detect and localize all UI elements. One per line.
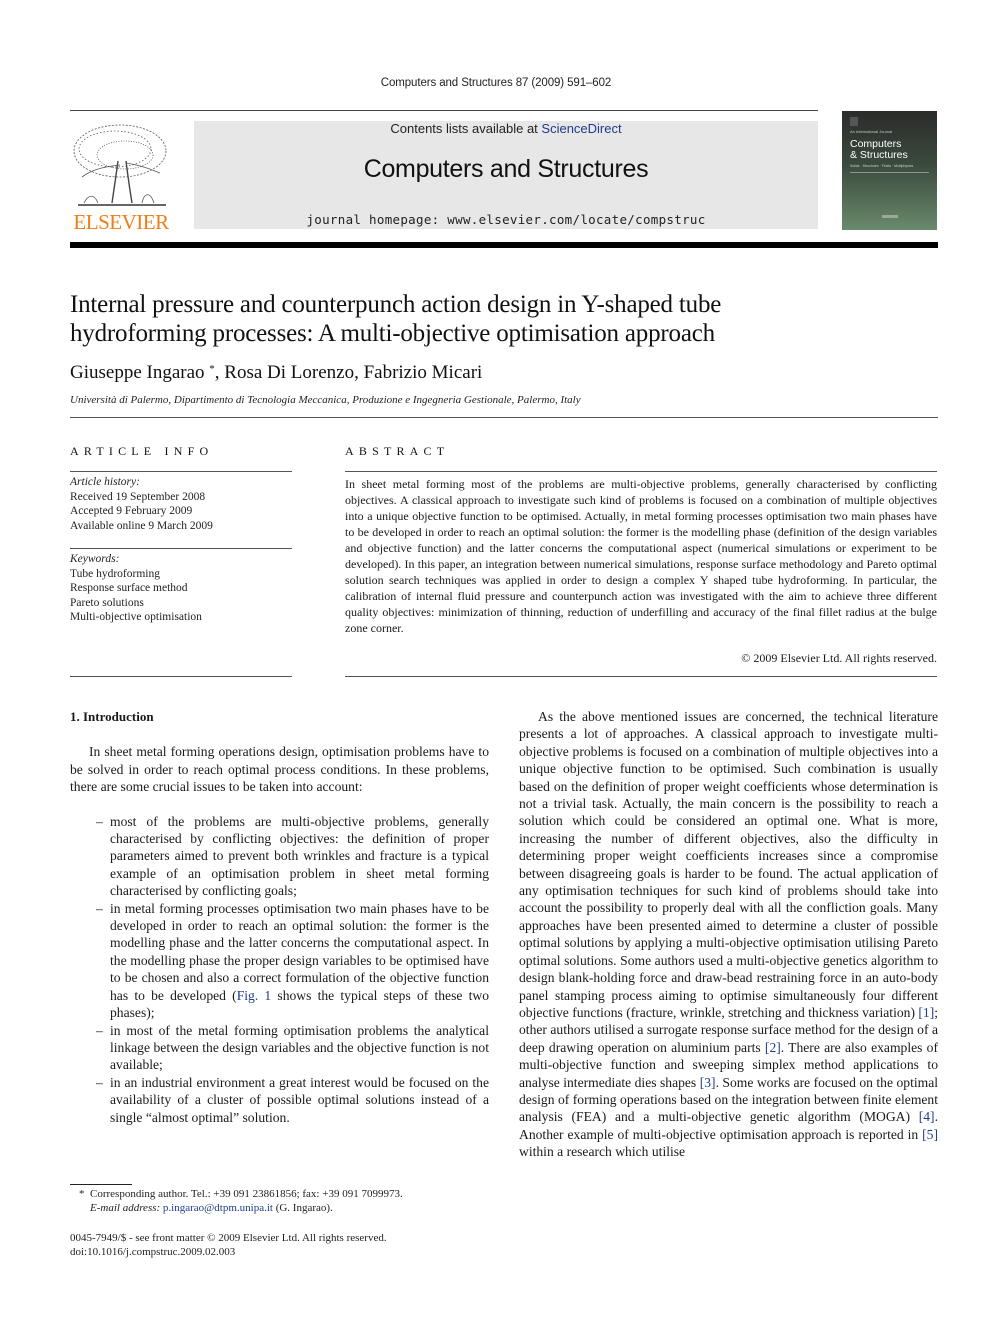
- bullet-dash: –: [96, 900, 103, 916]
- citation-link-4[interactable]: [4]: [919, 1109, 935, 1124]
- keyword-item: Multi-objective optimisation: [70, 611, 202, 623]
- affiliation: Università di Palermo, Dipartimento di T…: [70, 394, 581, 406]
- footnote-corresponding-text: Corresponding author. Tel.: +39 091 2386…: [90, 1188, 403, 1200]
- elsevier-wordmark: ELSEVIER: [73, 210, 169, 234]
- front-matter: 0045-7949/$ - see front matter © 2009 El…: [70, 1231, 490, 1259]
- email-label: E-mail address:: [90, 1202, 161, 1214]
- doi-line[interactable]: doi:10.1016/j.compstruc.2009.02.003: [70, 1245, 490, 1259]
- intro-paragraph: In sheet metal forming operations design…: [70, 744, 489, 795]
- article-history: Article history: Received 19 September 2…: [70, 475, 292, 533]
- keywords-rule: [70, 548, 292, 549]
- article-info-bottom-rule: [70, 676, 292, 677]
- journal-homepage[interactable]: journal homepage: www.elsevier.com/locat…: [194, 212, 818, 227]
- elsevier-tree-icon: [73, 124, 167, 206]
- citation-link-2[interactable]: [2]: [765, 1040, 781, 1055]
- list-item-text: in an industrial environment a great int…: [110, 1074, 489, 1125]
- article-history-label: Article history:: [70, 476, 140, 488]
- history-accepted: Accepted 9 February 2009: [70, 505, 193, 517]
- journal-name: Computers and Structures: [363, 155, 649, 183]
- masthead-thick-rule: [70, 242, 938, 248]
- cover-title: Computers & Structures: [850, 139, 908, 161]
- list-item: – most of the problems are multi-objecti…: [70, 813, 489, 900]
- list-item-text: most of the problems are multi-objective…: [110, 813, 489, 899]
- list-item: – in most of the metal forming optimisat…: [70, 1022, 489, 1074]
- cover-footer-mark: [882, 215, 898, 218]
- author-ingarao[interactable]: Giuseppe Ingarao: [70, 362, 205, 383]
- email-suffix: (G. Ingarao).: [272, 1202, 333, 1214]
- article-info-heading: ARTICLE INFO: [70, 444, 214, 458]
- article-info-rule: [70, 471, 292, 472]
- keywords: Keywords: Tube hydroforming Response sur…: [70, 552, 292, 625]
- paper-title-line2: hydroforming processes: A multi-objectiv…: [70, 320, 715, 347]
- list-item: – in an industrial environment a great i…: [70, 1074, 489, 1126]
- contents-line: Contents lists available at ScienceDirec…: [194, 121, 818, 136]
- keywords-label: Keywords:: [70, 553, 120, 565]
- bullet-dash: –: [96, 1074, 103, 1090]
- journal-cover-thumbnail[interactable]: An International Journal Computers & Str…: [842, 111, 937, 230]
- paper-title: Internal pressure and counterpunch actio…: [70, 290, 930, 348]
- bullet-dash: –: [96, 813, 103, 829]
- cover-title-line2: & Structures: [850, 149, 908, 161]
- citation-link-1[interactable]: [1]: [918, 1005, 934, 1020]
- journal-citation: Computers and Structures 87 (2009) 591–6…: [380, 77, 612, 89]
- cover-publisher-mark: [850, 117, 858, 126]
- keyword-item: Pareto solutions: [70, 596, 144, 609]
- cover-small-line: An International Journal: [850, 129, 893, 134]
- figure-reference-link[interactable]: Fig. 1: [237, 988, 272, 1003]
- keyword-item: Tube hydroforming: [70, 567, 160, 580]
- paper-title-line1: Internal pressure and counterpunch actio…: [70, 291, 722, 318]
- abstract-text: In sheet metal forming most of the probl…: [345, 477, 937, 635]
- abstract-rule: [345, 471, 937, 472]
- left-column: 1. Introduction In sheet metal forming o…: [70, 708, 489, 1126]
- paragraph-text: As the above mentioned issues are concer…: [519, 709, 938, 1020]
- email-link[interactable]: p.ingarao@dtpm.unipa.it: [163, 1202, 273, 1214]
- history-online: Available online 9 March 2009: [70, 519, 213, 532]
- issues-list: – most of the problems are multi-objecti…: [70, 813, 489, 1126]
- list-item-text: in most of the metal forming optimisatio…: [110, 1022, 489, 1073]
- cover-subtitle: Solids · Structures · Fluids · Multiphys…: [850, 164, 914, 168]
- section-heading-introduction: 1. Introduction: [70, 709, 154, 724]
- citation-link-5[interactable]: [5]: [922, 1127, 938, 1142]
- footnote-mark: *: [79, 1188, 85, 1200]
- affiliation-rule: [70, 417, 938, 418]
- issn-line: 0045-7949/$ - see front matter © 2009 El…: [70, 1232, 387, 1244]
- header-rule: [70, 110, 818, 111]
- keyword-item: Response surface method: [70, 582, 188, 594]
- abstract-copyright: © 2009 Elsevier Ltd. All rights reserved…: [741, 651, 937, 665]
- body-paragraph: As the above mentioned issues are concer…: [519, 708, 938, 1161]
- footnote-rule: [70, 1184, 132, 1185]
- cover-divider: [850, 172, 929, 173]
- list-item: – in metal forming processes optimisatio…: [70, 900, 489, 1022]
- bullet-dash: –: [96, 1022, 103, 1038]
- abstract-bottom-rule: [345, 676, 937, 677]
- right-column: As the above mentioned issues are concer…: [519, 708, 938, 1161]
- footnote-corresponding: * Corresponding author. Tel.: +39 091 23…: [70, 1187, 490, 1215]
- history-received: Received 19 September 2008: [70, 490, 206, 503]
- contents-prefix: Contents lists available at: [390, 121, 542, 136]
- sciencedirect-link[interactable]: ScienceDirect: [541, 121, 621, 136]
- paragraph-text: within a research which utilise: [519, 1144, 686, 1160]
- abstract-heading: ABSTRACT: [345, 444, 450, 458]
- author-list: Giuseppe Ingarao *, Rosa Di Lorenzo, Fab…: [70, 362, 482, 384]
- author-rest: , Rosa Di Lorenzo, Fabrizio Micari: [214, 362, 483, 383]
- citation-link-3[interactable]: [3]: [700, 1075, 716, 1090]
